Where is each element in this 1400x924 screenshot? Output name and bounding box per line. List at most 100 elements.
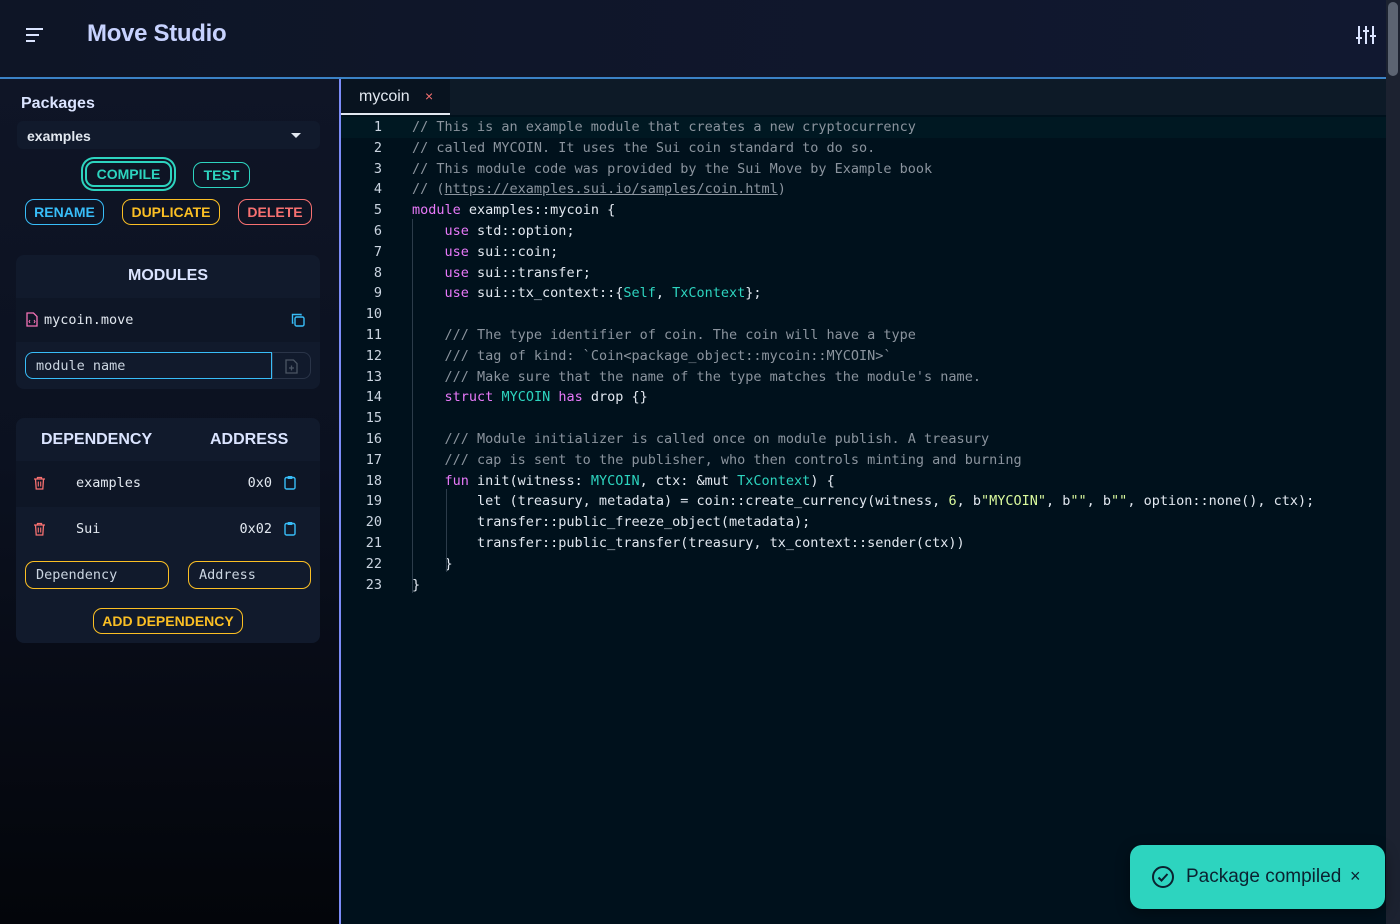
package-select[interactable]: examples xyxy=(17,121,320,149)
dependency-name: Sui xyxy=(76,521,101,537)
line-source: fun init(witness: MYCOIN, ctx: &mut TxCo… xyxy=(412,471,835,492)
code-token: transfer::public_freeze_object(metadata)… xyxy=(412,514,811,531)
duplicate-button[interactable]: DUPLICATE xyxy=(122,199,220,225)
code-token: // This module code was provided by the … xyxy=(412,160,933,177)
code-line: 8 use sui::transfer; xyxy=(341,263,1386,284)
line-source: /// tag of kind: `Coin<package_object::m… xyxy=(412,346,892,367)
code-line: 7 use sui::coin; xyxy=(341,242,1386,263)
toast-notification: Package compiled × xyxy=(1130,845,1385,909)
line-source: transfer::public_freeze_object(metadata)… xyxy=(412,512,810,533)
dependency-name: examples xyxy=(76,475,142,491)
code-line: 19 let (treasury, metadata) = coin::crea… xyxy=(341,491,1386,512)
code-token: ) xyxy=(777,181,786,198)
close-icon[interactable]: × xyxy=(1350,866,1361,887)
line-number: 13 xyxy=(365,368,382,385)
code-token: fun xyxy=(444,472,469,489)
code-line: 2 // called MYCOIN. It uses the Sui coin … xyxy=(341,138,1386,159)
code-token: use xyxy=(444,285,469,302)
code-line: 1 // This is an example module that creat… xyxy=(341,117,1386,138)
line-number: 12 xyxy=(365,347,382,364)
code-token: std::option; xyxy=(468,223,575,239)
code-line: 3 // This module code was provided by the… xyxy=(341,159,1386,180)
code-token: /// tag of kind: `Coin<package_object::m… xyxy=(444,347,892,364)
top-bar: Move Studio xyxy=(0,0,1386,79)
line-source: } xyxy=(412,575,420,596)
line-source: struct MYCOIN has drop {} xyxy=(412,387,648,408)
scrollbar[interactable] xyxy=(1386,0,1400,924)
code-line: 14 struct MYCOIN has drop {} xyxy=(341,387,1386,408)
code-editor[interactable]: mycoin × 23} 22 } 21 transfer::public_tran… xyxy=(341,79,1386,924)
code-line: 10 xyxy=(341,304,1386,325)
line-source: transfer::public_transfer(treasury, tx_c… xyxy=(412,533,965,554)
app-title: Move Studio xyxy=(87,20,227,47)
clipboard-icon[interactable] xyxy=(284,475,296,490)
code-token: }; xyxy=(745,285,762,302)
package-select-value: examples xyxy=(27,128,91,144)
code-token: , option::none(), ctx); xyxy=(1127,493,1315,510)
code-token: , b xyxy=(1046,493,1071,510)
line-source: use std::option; xyxy=(412,221,575,242)
line-source: /// cap is sent to the publisher, who th… xyxy=(412,450,1022,471)
code-line: 11 /// The type identifier of coin. The … xyxy=(341,325,1386,346)
dependency-header: DEPENDENCY xyxy=(41,431,153,448)
line-number: 14 xyxy=(365,389,382,406)
code-line: 16 /// Module initializer is called once… xyxy=(341,429,1386,450)
packages-label: Packages xyxy=(21,95,95,112)
code-line: 20 transfer::public_freeze_object(metada… xyxy=(341,512,1386,533)
sliders-icon[interactable] xyxy=(1355,24,1377,46)
code-line: 17 /// cap is sent to the publisher, who… xyxy=(341,450,1386,471)
line-source: let (treasury, metadata) = coin::create_… xyxy=(412,491,1314,512)
line-number: 3 xyxy=(373,160,382,177)
line-number: 16 xyxy=(365,431,382,447)
code-token: init(witness: xyxy=(468,472,591,489)
code-line: 18 fun init(witness: MYCOIN, ctx: &mut T… xyxy=(341,471,1386,492)
line-number: 7 xyxy=(373,243,382,260)
editor-tab-bar: mycoin × xyxy=(341,79,1386,115)
add-dependency-button[interactable]: ADD DEPENDENCY xyxy=(93,608,243,634)
delete-button[interactable]: DELETE xyxy=(238,199,312,225)
dependency-input[interactable] xyxy=(25,561,169,589)
line-number: 6 xyxy=(373,223,382,239)
line-number: 1 xyxy=(373,119,382,135)
line-source: // called MYCOIN. It uses the Sui coin s… xyxy=(412,138,875,159)
line-source: // (https://examples.sui.io/samples/coin… xyxy=(412,179,786,200)
scrollbar-thumb[interactable] xyxy=(1388,2,1398,76)
hamburger-menu-icon[interactable] xyxy=(24,24,46,46)
code-line: 4 // (https://examples.sui.io/samples/coi… xyxy=(341,179,1386,200)
code-token: // ( xyxy=(412,181,445,198)
modules-card: MODULES mycoin.move xyxy=(16,255,320,389)
code-token: sui::coin; xyxy=(468,243,559,260)
indent-guide xyxy=(446,489,447,572)
trash-icon[interactable] xyxy=(33,522,46,536)
code-token: https://examples.sui.io/samples/coin.htm… xyxy=(444,181,778,198)
rename-button[interactable]: RENAME xyxy=(25,199,104,225)
address-header: ADDRESS xyxy=(210,431,289,448)
tab-mycoin[interactable]: mycoin × xyxy=(341,79,450,115)
close-icon[interactable]: × xyxy=(425,88,433,104)
clipboard-icon[interactable] xyxy=(284,521,296,536)
code-token: , b xyxy=(956,493,981,510)
code-token: ) { xyxy=(810,472,835,489)
code-token: module xyxy=(412,202,461,219)
test-button[interactable]: TEST xyxy=(193,162,250,188)
copy-icon[interactable] xyxy=(291,313,305,327)
add-module-button[interactable] xyxy=(272,352,311,379)
file-code-icon xyxy=(26,312,38,327)
line-number: 22 xyxy=(365,555,382,572)
code-token: struct xyxy=(444,389,494,406)
line-source: /// Module initializer is called once on… xyxy=(412,429,990,450)
trash-icon[interactable] xyxy=(33,476,46,490)
code-token: /// cap is sent to the publisher, who th… xyxy=(444,451,1022,468)
code-token: "" xyxy=(1111,493,1128,510)
module-name-input[interactable] xyxy=(25,352,272,379)
module-item[interactable]: mycoin.move xyxy=(16,298,320,342)
address-input[interactable] xyxy=(188,561,311,589)
compile-button[interactable]: COMPILE xyxy=(85,161,172,187)
